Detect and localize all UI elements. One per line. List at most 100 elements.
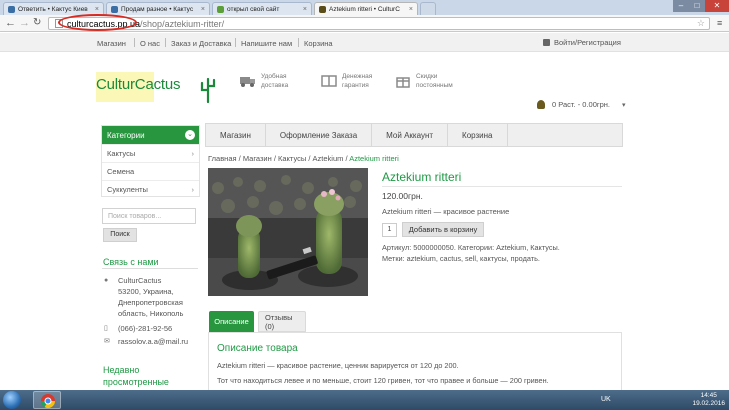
- logo-text: CulturCactus: [96, 76, 181, 93]
- recent-title-line: просмотренные: [103, 377, 169, 387]
- address-line: CulturCactus: [118, 276, 162, 285]
- divider: [102, 268, 198, 269]
- clock-date: 19.02.2016: [692, 400, 725, 407]
- menu-account[interactable]: Мой Аккаунт: [372, 124, 449, 146]
- category-label: Суккуленты: [107, 185, 148, 194]
- category-header[interactable]: Категории ⌄: [102, 126, 199, 144]
- url-path: /shop/aztekium-ritter/: [140, 18, 225, 29]
- highlight-oval-annotation: [58, 14, 137, 31]
- cart-summary-text: 0 Раст. - 0.00грн.: [552, 100, 611, 109]
- feature-delivery: Удобная доставка: [239, 72, 288, 90]
- close-tab-icon[interactable]: ×: [409, 6, 413, 13]
- truck-icon: [240, 77, 255, 87]
- add-to-cart-button[interactable]: Добавить в корзину: [402, 222, 484, 237]
- breadcrumb-shop[interactable]: Магазин: [243, 154, 272, 163]
- forward-arrow-icon[interactable]: →: [19, 17, 30, 29]
- breadcrumb-aztekium[interactable]: Aztekium: [313, 154, 344, 163]
- product-price: 120.00грн.: [382, 191, 423, 201]
- search-placeholder: Поиск товаров...: [108, 213, 162, 220]
- divider: [298, 38, 299, 47]
- browser-tab-2[interactable]: Продам разное • Кактус ×: [106, 2, 210, 15]
- menu-checkout[interactable]: Оформление Заказа: [266, 124, 373, 146]
- breadcrumb-cacti[interactable]: Кактусы: [278, 154, 306, 163]
- menu-cart[interactable]: Корзина: [448, 124, 508, 146]
- bookmark-star-icon[interactable]: ☆: [697, 18, 705, 29]
- keyboard-language[interactable]: UK: [601, 396, 611, 403]
- close-tab-icon[interactable]: ×: [303, 6, 307, 13]
- category-item-succulents[interactable]: Суккуленты ›: [102, 180, 199, 198]
- breadcrumb-current: Aztekium ritteri: [349, 154, 399, 163]
- new-tab-button[interactable]: [420, 2, 436, 15]
- quantity-input[interactable]: 1: [382, 223, 397, 237]
- search-input[interactable]: Поиск товаров...: [102, 208, 196, 224]
- category-label: Семена: [107, 167, 135, 176]
- category-title: Категории: [107, 130, 145, 140]
- menu-shop[interactable]: Магазин: [206, 124, 266, 146]
- feature-text: Денежная: [342, 73, 373, 80]
- topnav-about[interactable]: О нас: [140, 39, 160, 48]
- reload-icon[interactable]: ↻: [33, 17, 41, 29]
- forum-favicon-icon: [8, 5, 15, 13]
- tab-reviews[interactable]: Отзывы (0): [258, 311, 306, 332]
- gift-icon: [396, 77, 410, 88]
- search-button[interactable]: Поиск: [103, 228, 137, 242]
- mobile-phone-icon: ▯: [104, 325, 108, 332]
- description-heading: Описание товара: [217, 343, 298, 354]
- topnav-shop[interactable]: Магазин: [97, 39, 126, 48]
- category-widget: Категории ⌄ Кактусы › Семена Суккуленты …: [101, 125, 200, 197]
- browser-menu-icon[interactable]: ≡: [717, 18, 722, 28]
- system-clock[interactable]: 14:45 19.02.2016: [692, 392, 725, 408]
- login-link[interactable]: Войти/Регистрация: [543, 38, 621, 47]
- tab-description[interactable]: Описание: [209, 311, 254, 332]
- chevron-down-icon: ⌄: [185, 130, 195, 140]
- category-label: Кактусы: [107, 149, 136, 158]
- map-marker-icon: ●: [104, 277, 109, 284]
- main-menu: Магазин Оформление Заказа Мой Аккаунт Ко…: [205, 123, 623, 147]
- recently-viewed-heading: Недавно просмотренные: [103, 364, 169, 388]
- back-arrow-icon[interactable]: ←: [5, 17, 16, 29]
- category-item-cacti[interactable]: Кактусы ›: [102, 144, 199, 162]
- book-icon: [321, 75, 337, 87]
- product-meta: Артикул: 5000000050. Категории: Aztekium…: [382, 243, 560, 264]
- address-bar[interactable]: culturcactus.pp.ua/shop/aztekium-ritter/…: [48, 17, 710, 30]
- chevron-down-icon: ▾: [622, 101, 626, 109]
- browser-tab-1[interactable]: Ответить • Кактус Киев ×: [3, 2, 104, 15]
- feature-guarantee: Денежная гарантия: [320, 72, 372, 90]
- window-controls: – □ ✕: [673, 0, 729, 12]
- chevron-right-icon: ›: [191, 185, 195, 194]
- close-tab-icon[interactable]: ×: [201, 6, 205, 13]
- product-title: Aztekium ritteri: [382, 170, 462, 184]
- product-image[interactable]: [208, 168, 368, 296]
- category-item-seeds[interactable]: Семена: [102, 162, 199, 180]
- topnav-order-delivery[interactable]: Заказ и Доставка: [171, 39, 231, 48]
- tab-title: Aztekium ritteri • CulturC: [329, 5, 400, 13]
- site-logo[interactable]: CulturCactus: [96, 76, 180, 93]
- description-paragraph: Тот что находиться левее и по меньше, ст…: [217, 376, 549, 385]
- tab-title: Ответить • Кактус Киев: [18, 5, 88, 13]
- site-favicon-icon: [217, 5, 224, 13]
- browser-tab-3[interactable]: открыл свой сайт ×: [212, 2, 312, 15]
- maximize-icon[interactable]: □: [689, 0, 705, 12]
- feature-text: доставка: [261, 82, 289, 89]
- feature-text: гарантия: [342, 82, 369, 89]
- windows-taskbar: UK 14:45 19.02.2016: [0, 390, 729, 410]
- browser-tab-active[interactable]: Aztekium ritteri • CulturC ×: [314, 2, 418, 15]
- chevron-right-icon: ›: [191, 149, 195, 158]
- taskbar-chrome[interactable]: [33, 391, 61, 409]
- login-label: Войти/Регистрация: [554, 38, 621, 47]
- contact-heading: Связь с нами: [103, 257, 159, 267]
- close-tab-icon[interactable]: ×: [95, 6, 99, 13]
- cactus-logo-icon: [200, 77, 216, 104]
- email-text[interactable]: rassolov.a.a@mail.ru: [118, 337, 203, 348]
- minimize-icon[interactable]: –: [673, 0, 689, 12]
- mini-cart[interactable]: 0 Раст. - 0.00грн. ▾: [537, 100, 626, 109]
- description-paragraph: Aztekium ritteri — красивое растение, це…: [217, 361, 459, 370]
- close-window-icon[interactable]: ✕: [705, 0, 729, 12]
- topnav-contact[interactable]: Напишите нам: [241, 39, 292, 48]
- divider: [134, 38, 135, 47]
- feature-text: постоянным: [416, 82, 453, 89]
- start-button[interactable]: [3, 391, 21, 409]
- breadcrumb-home[interactable]: Главная: [208, 154, 237, 163]
- topnav-cart[interactable]: Корзина: [304, 39, 333, 48]
- tab-title: Продам разное • Кактус: [121, 5, 194, 13]
